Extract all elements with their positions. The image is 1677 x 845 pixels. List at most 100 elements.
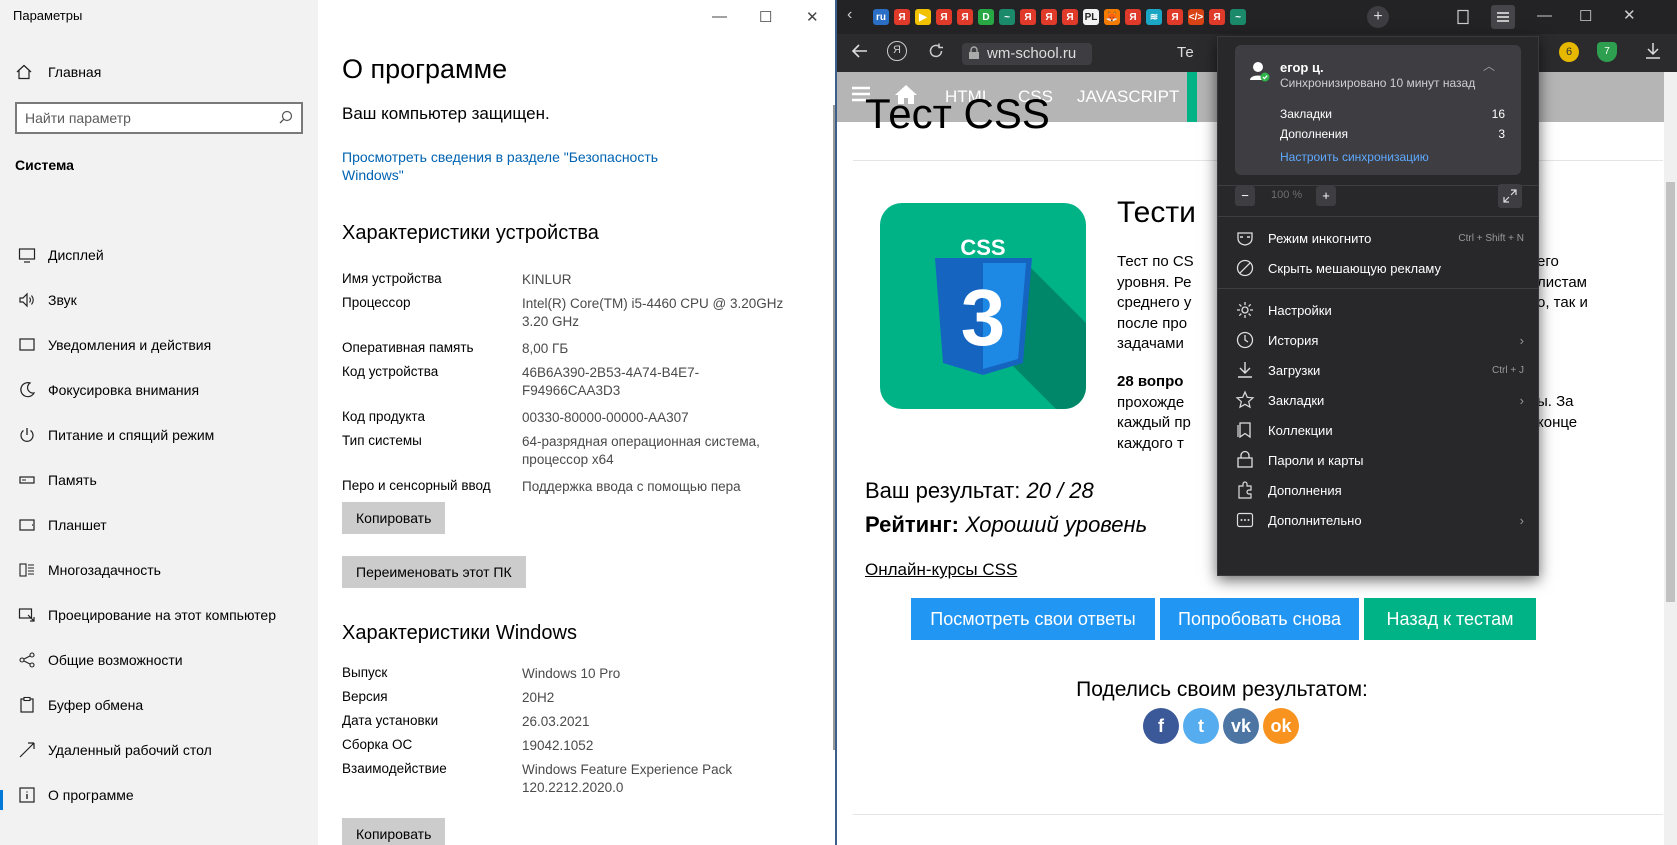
pinned-tab-favicon[interactable]: Я xyxy=(1125,9,1141,25)
view-answers-button[interactable]: Посмотреть свои ответы xyxy=(911,598,1155,640)
courses-link[interactable]: Онлайн-курсы CSS xyxy=(865,560,1017,580)
avatar[interactable] xyxy=(1249,60,1271,85)
search-placeholder: Найти параметр xyxy=(25,110,131,126)
collapse-chevron-icon[interactable]: ︿ xyxy=(1483,57,1495,74)
menu-item-settings-gear[interactable]: Настройки xyxy=(1234,298,1524,322)
menu-item-label: Скрыть мешающую рекламу xyxy=(1268,260,1441,276)
copy-windows-button[interactable]: Копировать xyxy=(342,818,446,845)
twitter-share-icon[interactable]: t xyxy=(1183,708,1219,744)
new-tab-button[interactable]: + xyxy=(1367,6,1389,28)
projecting-icon xyxy=(16,605,38,625)
spec-row: Выпуск Windows 10 Pro xyxy=(342,665,792,683)
settings-search-input[interactable]: Найти параметр xyxy=(15,102,303,134)
page-title-fragment: Те xyxy=(1177,44,1194,61)
divider-bottom xyxy=(853,814,1663,815)
fullscreen-button[interactable] xyxy=(1498,184,1522,208)
scrollbar-thumb[interactable] xyxy=(1666,182,1675,602)
copy-device-button[interactable]: Копировать xyxy=(342,502,446,534)
nav-item-power[interactable]: Питание и спящий режим xyxy=(16,423,214,447)
facebook-share-icon[interactable]: f xyxy=(1143,708,1179,744)
window-minimize-icon[interactable]: — xyxy=(1537,7,1552,24)
pinned-tab-favicon[interactable]: Я xyxy=(1041,9,1057,25)
pinned-tab-favicon[interactable]: 🦊 xyxy=(1104,9,1120,25)
browser-menu-button[interactable] xyxy=(1491,5,1515,29)
nav-item-tablet[interactable]: Планшет xyxy=(16,513,107,537)
pinned-tab-favicon[interactable]: Я xyxy=(1062,9,1078,25)
odnoklassniki-share-icon[interactable]: ok xyxy=(1263,708,1299,744)
spec-row: Код устройства 46B6A390-2B53-4A74-B4E7-F9… xyxy=(342,364,792,400)
vk-share-icon[interactable]: vk xyxy=(1223,708,1259,744)
nav-item-storage[interactable]: Память xyxy=(16,468,97,492)
question-count-right: ы. За конце xyxy=(1537,392,1577,433)
reload-icon[interactable] xyxy=(927,42,945,65)
spec-row: Сборка ОС 19042.1052 xyxy=(342,737,792,755)
window-maximize-icon[interactable]: ☐ xyxy=(1579,7,1592,25)
sync-settings-link[interactable]: Настроить синхронизацию xyxy=(1280,150,1429,164)
result-label: Ваш результат: xyxy=(865,478,1021,503)
nav-item-sound[interactable]: Звук xyxy=(16,288,77,312)
nav-item-label: Удаленный рабочий стол xyxy=(48,742,212,758)
pinned-tab-favicon[interactable]: ru xyxy=(873,9,889,25)
nav-home[interactable]: Главная xyxy=(16,60,101,84)
menu-item-passwords[interactable]: Пароли и карты xyxy=(1234,448,1524,472)
pinned-tab-favicon[interactable]: D xyxy=(978,9,994,25)
remote-desktop-icon xyxy=(16,740,38,760)
pinned-tab-favicon[interactable]: ▶ xyxy=(915,9,931,25)
security-link[interactable]: Просмотреть сведения в разделе "Безопасн… xyxy=(342,148,658,184)
spec-row: Процессор Intel(R) Core(TM) i5-4460 CPU @… xyxy=(342,295,792,331)
pinned-tab-favicon[interactable]: </> xyxy=(1188,9,1204,25)
extension-coin-icon[interactable]: 6 xyxy=(1559,42,1579,62)
nav-item-clipboard[interactable]: Буфер обмена xyxy=(16,693,143,717)
pinned-tab-favicon[interactable]: Я xyxy=(1209,9,1225,25)
nav-item-notifications[interactable]: Уведомления и действия xyxy=(16,333,211,357)
pinned-tab-favicon[interactable]: Я xyxy=(957,9,973,25)
display-icon xyxy=(16,245,38,265)
try-again-button[interactable]: Попробовать снова xyxy=(1160,598,1359,640)
maximize-button[interactable]: ☐ xyxy=(759,8,772,26)
window-close-icon[interactable]: ✕ xyxy=(1623,6,1636,24)
nav-javascript[interactable]: JAVASCRIPT xyxy=(1077,87,1179,107)
rename-pc-button[interactable]: Переименовать этот ПК xyxy=(342,556,526,588)
close-button[interactable]: ✕ xyxy=(806,8,819,26)
yandex-icon[interactable]: Я xyxy=(887,41,907,61)
nav-item-focus-moon[interactable]: Фокусировка внимания xyxy=(16,378,199,402)
pinned-tab-favicon[interactable]: ≋ xyxy=(1146,9,1162,25)
pinned-tab-favicon[interactable]: Я xyxy=(936,9,952,25)
bookmarks-label: Закладки xyxy=(1280,107,1332,121)
menu-item-incognito[interactable]: Режим инкогнито Ctrl + Shift + N xyxy=(1234,226,1524,250)
page-scrollbar[interactable] xyxy=(1664,72,1677,845)
minimize-button[interactable]: — xyxy=(712,8,727,25)
menu-item-bookmark-star[interactable]: Закладки › xyxy=(1234,388,1524,412)
pinned-tab-favicon[interactable]: Я xyxy=(894,9,910,25)
menu-item-history-clock[interactable]: История › xyxy=(1234,328,1524,352)
menu-item-more[interactable]: Дополнительно › xyxy=(1234,508,1524,532)
site-heading: Тест CSS xyxy=(865,90,1050,137)
nav-item-info[interactable]: О программе xyxy=(16,783,134,807)
menu-item-collections[interactable]: Коллекции xyxy=(1234,418,1524,442)
menu-item-block-ads[interactable]: Скрыть мешающую рекламу xyxy=(1234,256,1524,280)
zoom-out-button[interactable]: − xyxy=(1235,186,1255,206)
back-to-tests-button[interactable]: Назад к тестам xyxy=(1364,598,1536,640)
spec-key: Сборка ОС xyxy=(342,737,413,752)
downloads-icon[interactable] xyxy=(1645,42,1661,65)
pinned-tab-favicon[interactable]: ~ xyxy=(999,9,1015,25)
pinned-tab-favicon[interactable]: Я xyxy=(1020,9,1036,25)
count-line: прохожде xyxy=(1117,393,1185,411)
nav-item-projecting[interactable]: Проецирование на этот компьютер xyxy=(16,603,276,627)
tabs-back-icon[interactable]: ‹ xyxy=(847,6,852,24)
pinned-tab-favicon[interactable]: Я xyxy=(1167,9,1183,25)
nav-item-display[interactable]: Дисплей xyxy=(16,243,104,267)
back-arrow-icon[interactable] xyxy=(851,42,869,65)
menu-item-extensions[interactable]: Дополнения xyxy=(1234,478,1524,502)
pinned-tab-favicon[interactable]: ~ xyxy=(1230,9,1246,25)
zoom-in-button[interactable]: + xyxy=(1316,186,1336,206)
nav-item-shared-experiences[interactable]: Общие возможности xyxy=(16,648,183,672)
pinned-tab-favicon[interactable]: PL xyxy=(1083,9,1099,25)
nav-item-remote-desktop[interactable]: Удаленный рабочий стол xyxy=(16,738,212,762)
extension-shield-icon[interactable]: 7 xyxy=(1597,42,1617,62)
spec-value: 64-разрядная операционная система, проце… xyxy=(522,434,760,467)
tab-collections-icon[interactable] xyxy=(1455,9,1471,30)
nav-item-multitasking[interactable]: Многозадачность xyxy=(16,558,161,582)
rating-value: Хороший уровень xyxy=(965,512,1148,537)
menu-item-download[interactable]: Загрузки Ctrl + J xyxy=(1234,358,1524,382)
